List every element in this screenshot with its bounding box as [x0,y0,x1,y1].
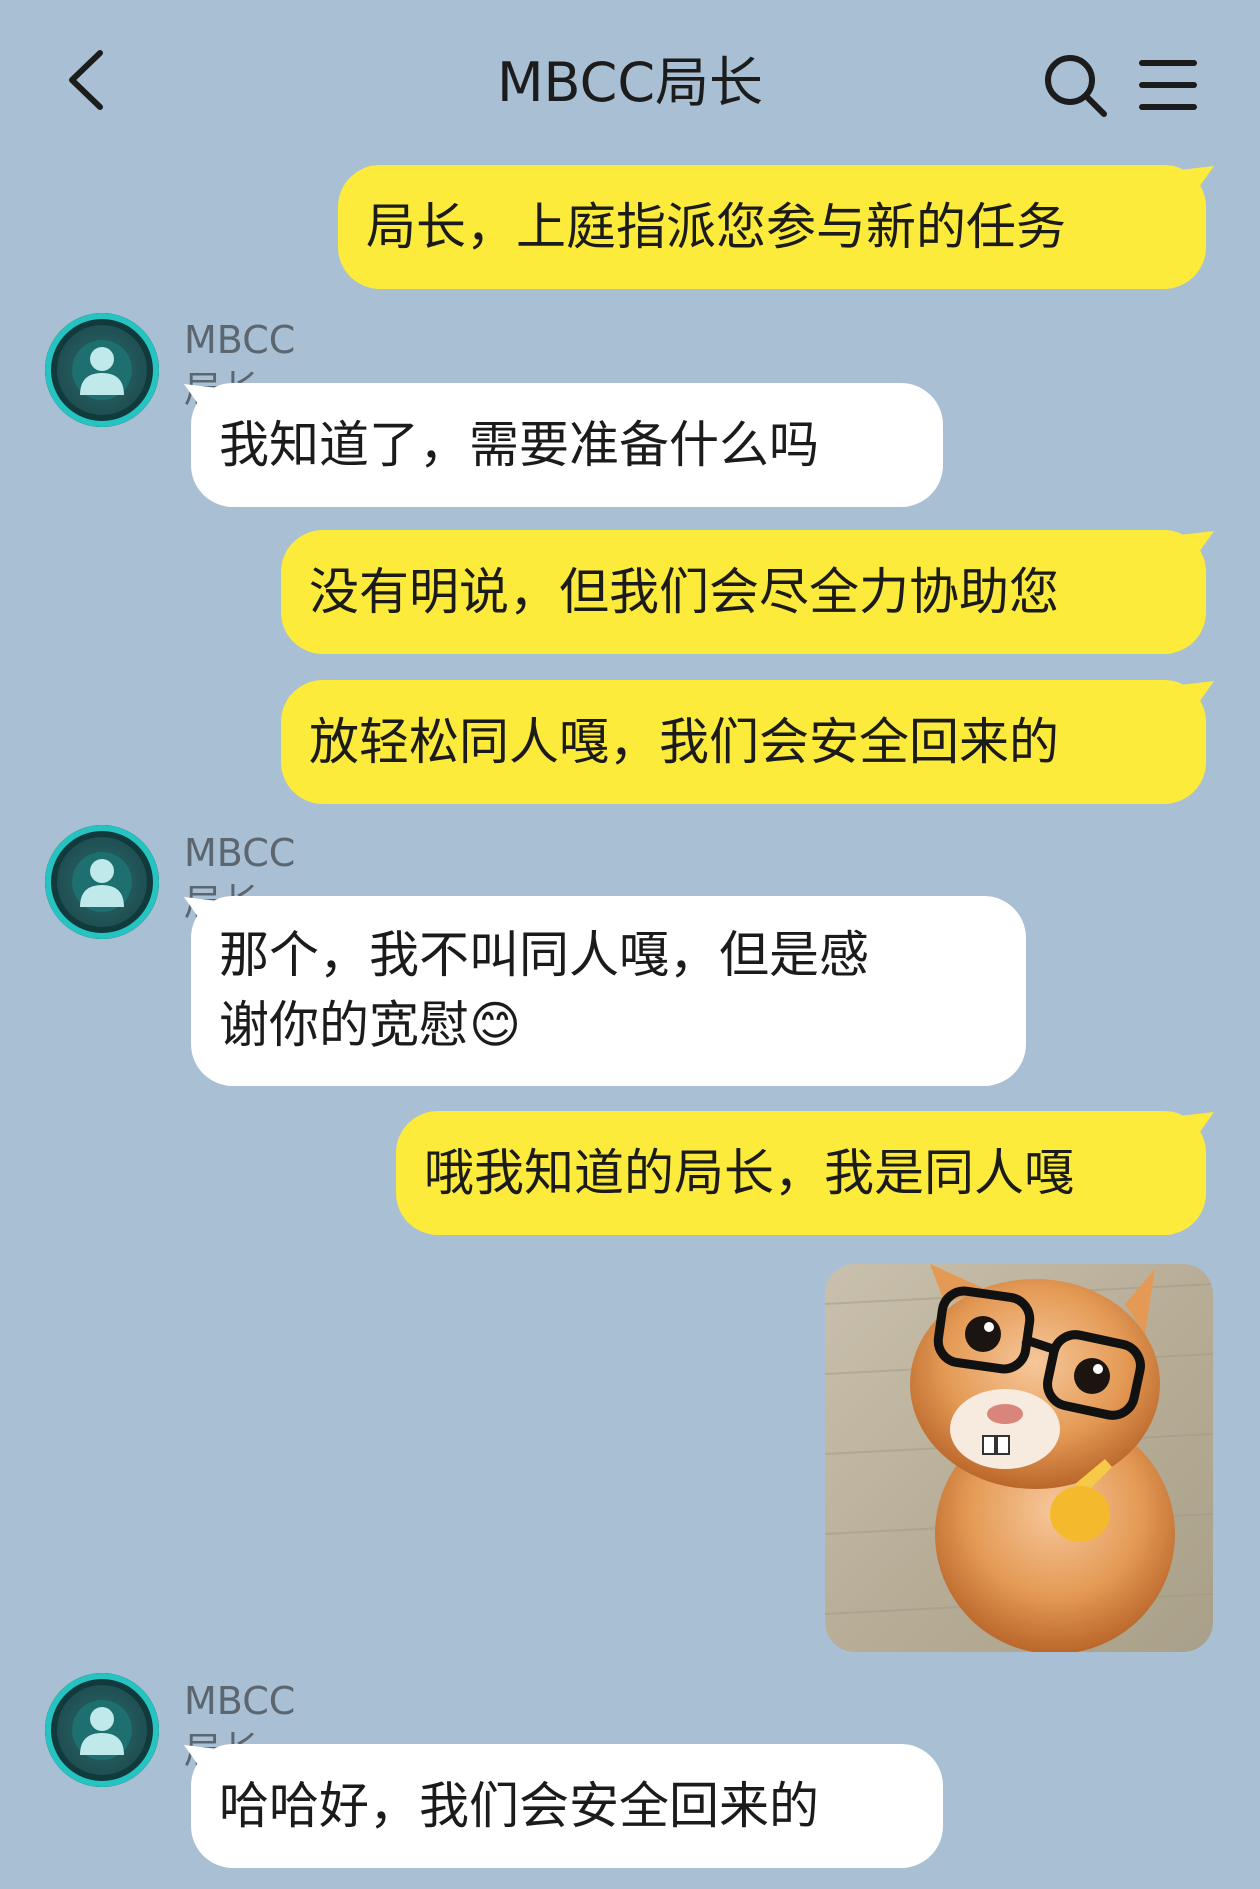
user-icon [72,340,132,400]
user-icon [72,852,132,912]
kitten-sticker-image[interactable] [825,1264,1213,1652]
message-bubble[interactable]: 哦我知道的局长，我是同人嘎 [396,1111,1206,1235]
avatar[interactable] [45,313,159,427]
search-icon[interactable] [1040,50,1110,120]
avatar[interactable] [45,825,159,939]
message-text-line: 那个，我不叫同人嘎，但是感 [219,926,869,984]
message-text-line: 谢你的宽慰😊 [219,996,522,1054]
user-icon [72,1700,132,1760]
message-bubble[interactable]: 那个，我不叫同人嘎，但是感 谢你的宽慰😊 [191,896,1026,1086]
menu-icon[interactable] [1138,55,1198,115]
message-bubble[interactable]: 我知道了，需要准备什么吗 [191,383,943,507]
message-bubble[interactable]: 哈哈好，我们会安全回来的 [191,1744,943,1868]
message-bubble[interactable]: 没有明说，但我们会尽全力协助您 [281,530,1206,654]
chat-header: MBCC局长 [0,0,1260,165]
avatar[interactable] [45,1673,159,1787]
kitten-illustration [825,1264,1213,1652]
message-bubble[interactable]: 局长，上庭指派您参与新的任务 [338,165,1206,289]
message-bubble[interactable]: 放轻松同人嘎，我们会安全回来的 [281,680,1206,804]
